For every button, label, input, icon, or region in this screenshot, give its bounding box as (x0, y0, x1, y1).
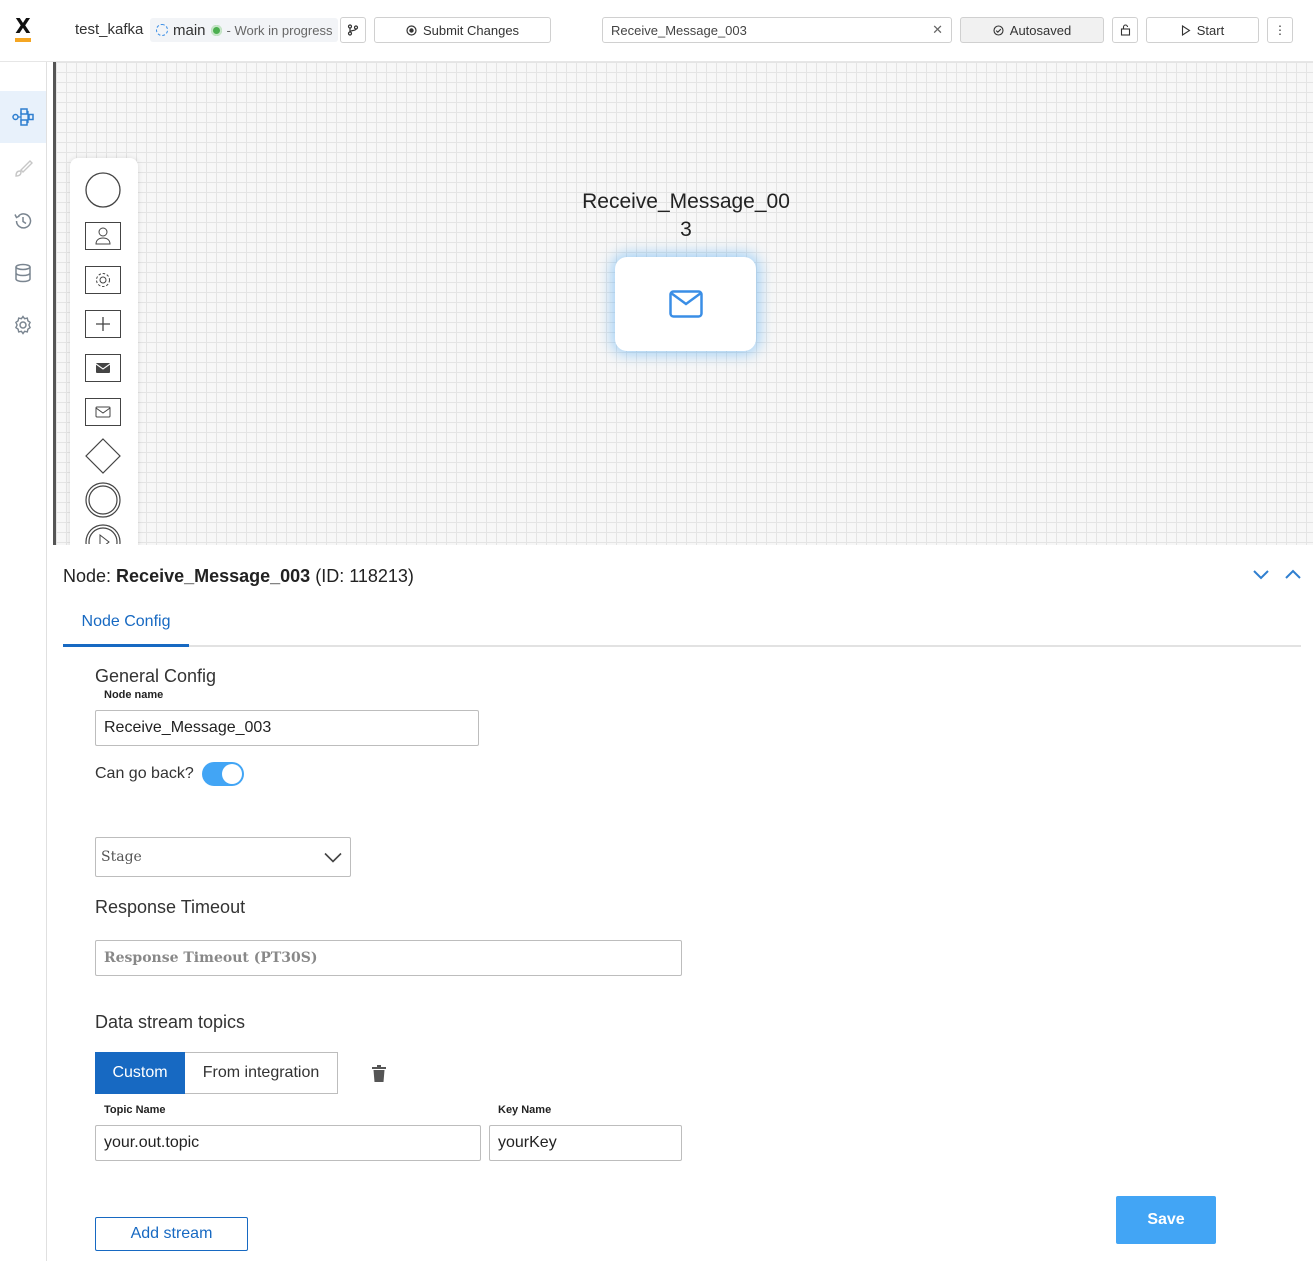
process-diagram-icon (12, 108, 34, 126)
clear-search-icon[interactable]: ✕ (932, 22, 943, 38)
add-stream-button[interactable]: Add stream (95, 1217, 248, 1251)
node-name-label: Node name (104, 689, 164, 701)
save-button[interactable]: Save (1116, 1196, 1216, 1244)
from-integration-button[interactable]: From integration (185, 1052, 338, 1094)
data-stream-topics-title: Data stream topics (95, 1012, 246, 1032)
palette-gateway[interactable] (85, 438, 121, 474)
node-config-panel: Node: Receive_Message_003 (ID: 118213) N… (47, 545, 1313, 1261)
submit-changes-label: Submit Changes (422, 22, 520, 38)
expand-panel-icon[interactable] (1284, 567, 1302, 581)
search-value: Receive_Message_003 (611, 22, 747, 38)
palette-intermediate-event[interactable] (85, 482, 121, 518)
autosaved-button[interactable]: Autosaved (960, 17, 1104, 43)
palette-send-message[interactable] (85, 350, 121, 386)
node-prefix: Node: (63, 566, 117, 586)
project-name: test_kafka (75, 21, 144, 38)
chevron-down-icon (324, 852, 342, 863)
sidebar-item-history[interactable] (0, 195, 46, 247)
branch-name: main (173, 21, 206, 39)
start-event-icon (85, 172, 121, 208)
topic-name-field[interactable]: your.out.topic (95, 1125, 481, 1161)
panel-tabs: Node Config (63, 600, 1301, 647)
database-icon (15, 263, 31, 283)
status-ok-icon (210, 24, 222, 36)
receive-message-node[interactable] (615, 257, 756, 351)
sidebar-item-data[interactable] (0, 247, 46, 299)
branch-indicator[interactable]: main - Work in progress (150, 18, 339, 42)
autosaved-label: Autosaved (1009, 22, 1072, 38)
can-go-back-toggle[interactable] (202, 762, 244, 786)
key-name-label: Key Name (498, 1104, 552, 1116)
user-task-icon (85, 222, 121, 250)
stage-placeholder: Stage (101, 849, 142, 865)
sidebar-item-theme[interactable] (0, 143, 46, 195)
palette-user-task[interactable] (85, 218, 121, 254)
submit-changes-button[interactable]: Submit Changes (374, 17, 551, 43)
check-circle-icon (993, 24, 1004, 36)
unlock-icon (1120, 24, 1130, 36)
record-icon (406, 24, 417, 36)
brush-icon (15, 160, 33, 177)
collapse-panel-icon[interactable] (1252, 567, 1270, 581)
more-options-button[interactable]: ⋮ (1267, 17, 1293, 43)
start-label: Start (1196, 22, 1225, 38)
sidebar-item-process-designer[interactable] (0, 91, 46, 143)
kebab-menu-icon: ⋮ (1274, 23, 1286, 37)
envelope-icon (668, 290, 703, 318)
play-icon (1181, 24, 1191, 36)
app-logo[interactable]: X (12, 16, 34, 42)
sidebar-item-settings[interactable] (0, 299, 46, 351)
panel-heading: Node: Receive_Message_003 (ID: 118213) (63, 566, 414, 587)
node-name-field[interactable]: Receive_Message_003 (95, 710, 479, 746)
response-timeout-title: Response Timeout (95, 897, 246, 917)
palette-subprocess[interactable] (85, 306, 121, 342)
start-button[interactable]: Start (1146, 17, 1259, 43)
branch-menu-button[interactable] (340, 17, 366, 43)
general-config-title: General Config (95, 666, 217, 686)
node-title: Receive_Message_00 3 (576, 188, 796, 244)
intermediate-event-icon (85, 482, 121, 518)
branch-status: - Work in progress (226, 22, 333, 38)
left-navigation-rail (0, 62, 47, 1261)
node-name-heading: Receive_Message_003 (116, 566, 311, 586)
settings-gear-icon (15, 315, 31, 335)
git-branch-icon (347, 24, 359, 36)
palette-start-event[interactable] (85, 172, 121, 208)
custom-mode-button[interactable]: Custom (95, 1052, 185, 1094)
top-bar: X test_kafka main - Work in progress Sub… (0, 0, 1313, 62)
send-message-icon (85, 354, 121, 382)
topic-name-label: Topic Name (104, 1104, 166, 1116)
play-event-icon (85, 524, 121, 544)
palette-receive-message[interactable] (85, 394, 121, 430)
delete-stream-icon[interactable] (371, 1065, 387, 1083)
service-task-icon (85, 266, 121, 294)
element-palette (70, 158, 138, 545)
lock-button[interactable] (1112, 17, 1138, 43)
node-search-input[interactable]: Receive_Message_003 ✕ (602, 17, 952, 43)
palette-play-event[interactable] (85, 524, 121, 544)
stream-source-toggle: Custom From integration (95, 1052, 338, 1094)
tab-node-config[interactable]: Node Config (63, 600, 189, 647)
can-go-back-label: Can go back? (95, 765, 194, 782)
process-canvas[interactable]: Receive_Message_00 3 (53, 62, 1313, 545)
history-icon (14, 213, 32, 229)
node-id: (ID: 118213) (310, 566, 414, 586)
subprocess-icon (85, 310, 121, 338)
gateway-icon (85, 438, 121, 474)
node-title-line-1: Receive_Message_00 (582, 190, 790, 213)
receive-message-icon (85, 398, 121, 426)
stage-select[interactable]: Stage (95, 837, 351, 877)
response-timeout-field[interactable]: Response Timeout (PT30S) (95, 940, 682, 976)
node-title-line-2: 3 (680, 218, 692, 241)
key-name-field[interactable]: yourKey (489, 1125, 682, 1161)
palette-service-task[interactable] (85, 262, 121, 298)
branch-sync-icon (156, 24, 168, 36)
